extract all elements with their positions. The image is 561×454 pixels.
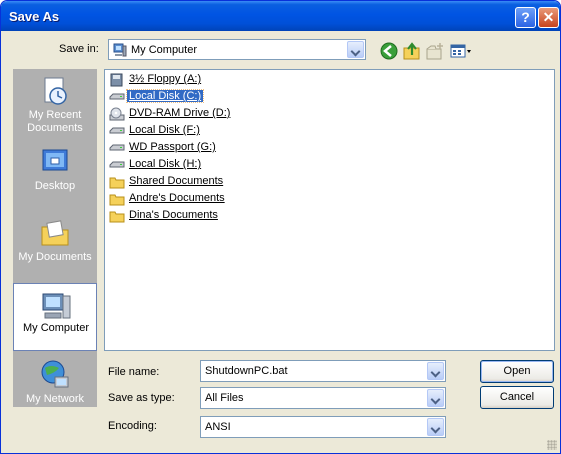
place-my-recent-documents[interactable]: My Recent Documents	[13, 69, 97, 137]
file-name: Shared Documents	[129, 175, 224, 187]
save-in-value: My Computer	[131, 44, 198, 56]
chevron-down-icon[interactable]	[427, 389, 444, 407]
file-name: 3½ Floppy (A:)	[129, 73, 202, 85]
place-label: My Documents	[18, 251, 92, 263]
my-documents-icon	[41, 220, 69, 246]
place-my-documents[interactable]: My Documents	[13, 211, 97, 279]
place-label: Desktop	[34, 180, 76, 192]
drive-icon	[109, 161, 125, 168]
place-desktop[interactable]: Desktop	[13, 140, 97, 208]
file-name-field[interactable]: ShutdownPC.bat	[200, 360, 446, 382]
file-name: Local Disk (F:)	[129, 124, 200, 136]
open-button[interactable]: Open	[480, 360, 554, 383]
places-bar: My Recent Documents Desktop My Documents	[13, 69, 97, 407]
place-label: My Computer	[22, 322, 90, 334]
chevron-down-icon[interactable]	[427, 418, 444, 436]
save-as-type-label: Save as type:	[108, 392, 175, 404]
chevron-down-icon[interactable]	[347, 41, 364, 58]
save-as-type-value: All Files	[205, 392, 244, 404]
drive-icon	[109, 144, 125, 151]
my-computer-icon	[42, 293, 71, 319]
views-menu-icon[interactable]	[449, 41, 473, 61]
floppy-icon	[110, 73, 123, 87]
save-as-type-dropdown[interactable]: All Files	[200, 387, 446, 409]
title-bar[interactable]: Save As ? ✕	[1, 1, 560, 31]
file-name: WD Passport (G:)	[129, 141, 216, 153]
place-label-line1: My Recent	[28, 109, 82, 121]
close-button[interactable]: ✕	[538, 7, 559, 28]
help-button[interactable]: ?	[515, 7, 536, 28]
back-icon[interactable]	[379, 41, 399, 61]
new-folder-icon[interactable]	[425, 41, 445, 61]
file-name: Local Disk (C:)	[125, 89, 205, 103]
folder-icon	[109, 194, 125, 206]
encoding-dropdown[interactable]: ANSI	[200, 416, 446, 438]
file-name: Dina's Documents	[129, 209, 218, 221]
file-name: Andre's Documents	[129, 192, 225, 204]
encoding-value: ANSI	[205, 421, 231, 433]
drive-icon	[109, 93, 125, 100]
file-name-label: File name:	[108, 366, 160, 378]
chevron-down-icon[interactable]	[427, 362, 444, 380]
my-computer-icon	[113, 43, 127, 57]
save-in-dropdown[interactable]: My Computer	[108, 39, 366, 60]
recent-documents-icon	[44, 77, 67, 105]
place-my-computer[interactable]: My Computer	[13, 283, 97, 351]
cancel-button[interactable]: Cancel	[480, 386, 554, 409]
window-title: Save As	[9, 9, 60, 24]
desktop-icon	[42, 149, 68, 171]
place-my-network[interactable]: My Network	[13, 353, 97, 421]
place-label: My Network	[25, 393, 85, 405]
my-network-icon	[41, 360, 69, 388]
encoding-label: Encoding:	[108, 420, 157, 432]
save-as-dialog: Save As ? ✕ Save in: My Computer My Rece…	[0, 0, 561, 454]
drive-icon	[109, 127, 125, 134]
file-name: Local Disk (H:)	[129, 158, 202, 170]
up-folder-icon[interactable]	[402, 41, 422, 61]
file-name-value[interactable]: ShutdownPC.bat	[205, 365, 288, 377]
file-name: DVD-RAM Drive (D:)	[129, 107, 231, 119]
dvd-icon	[109, 107, 125, 121]
place-label-line2: Documents	[27, 122, 83, 134]
folder-icon	[109, 211, 125, 223]
file-list[interactable]: 3½ Floppy (A:) Local Disk (C:) DVD-RAM D…	[104, 69, 555, 351]
resize-grip[interactable]	[547, 440, 557, 450]
folder-icon	[109, 177, 125, 189]
place-label: My Recent Documents	[13, 109, 97, 135]
save-in-label: Save in:	[59, 43, 99, 55]
